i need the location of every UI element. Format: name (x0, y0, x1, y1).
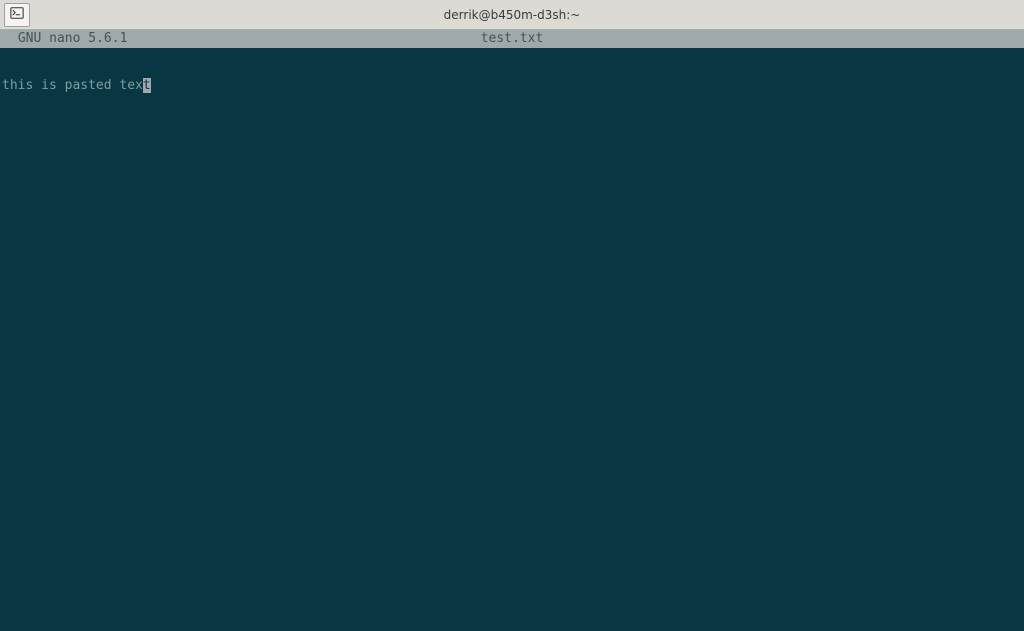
editor-cursor: t (143, 78, 151, 93)
nano-header-bar: GNU nano 5.6.1 test.txt (0, 30, 1024, 48)
nano-app-name: GNU nano 5.6.1 (4, 30, 127, 48)
terminal-icon (10, 6, 24, 24)
nano-filename: test.txt (481, 30, 544, 48)
editor-text: this is pasted tex (2, 78, 143, 93)
window-titlebar: derrik@b450m-d3sh:~ (0, 0, 1024, 30)
editor-line: this is pasted text (2, 78, 1022, 93)
editor-area[interactable]: this is pasted text (0, 48, 1024, 631)
window-title: derrik@b450m-d3sh:~ (444, 8, 581, 22)
terminal-icon-button[interactable] (4, 3, 30, 27)
